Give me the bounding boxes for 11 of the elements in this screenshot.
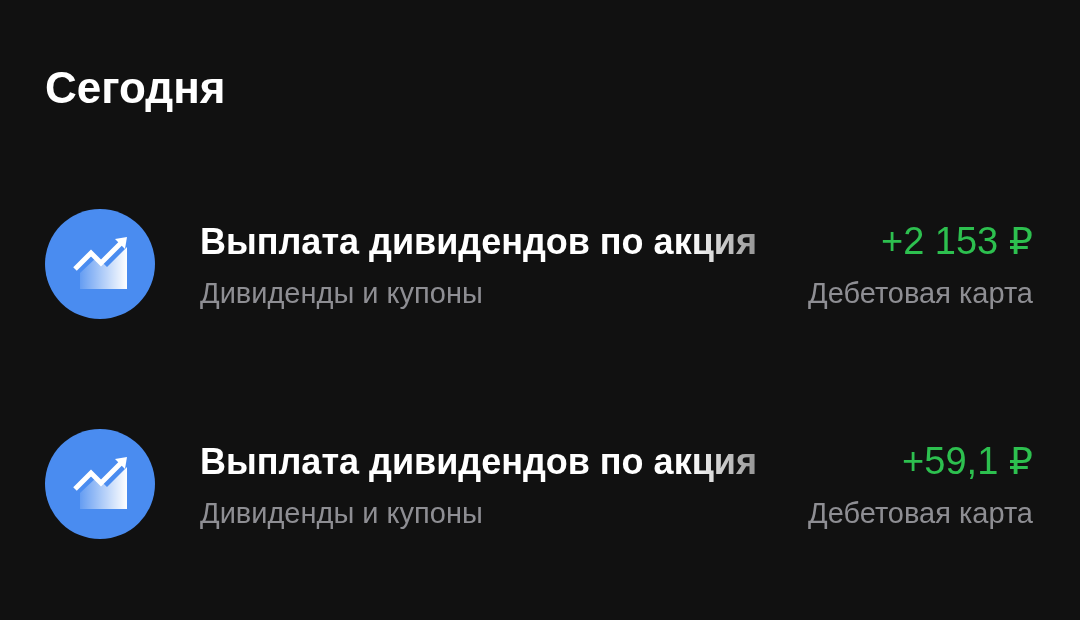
operation-category: Дивиденды и купоны — [200, 275, 483, 311]
operation-title: Выплата дивидендов по акция — [200, 439, 757, 484]
account-name: Дебетовая карта — [808, 495, 1033, 531]
operation-category: Дивиденды и купоны — [200, 495, 483, 531]
chart-growth-icon — [45, 429, 155, 539]
operation-amount: +59,1 ₽ — [902, 438, 1033, 484]
operation-title: Выплата дивидендов по акция — [200, 219, 757, 264]
section-heading: Сегодня — [45, 62, 227, 114]
account-name: Дебетовая карта — [808, 275, 1033, 311]
chart-growth-icon — [45, 209, 155, 319]
operation-amount: +2 153 ₽ — [880, 218, 1033, 264]
